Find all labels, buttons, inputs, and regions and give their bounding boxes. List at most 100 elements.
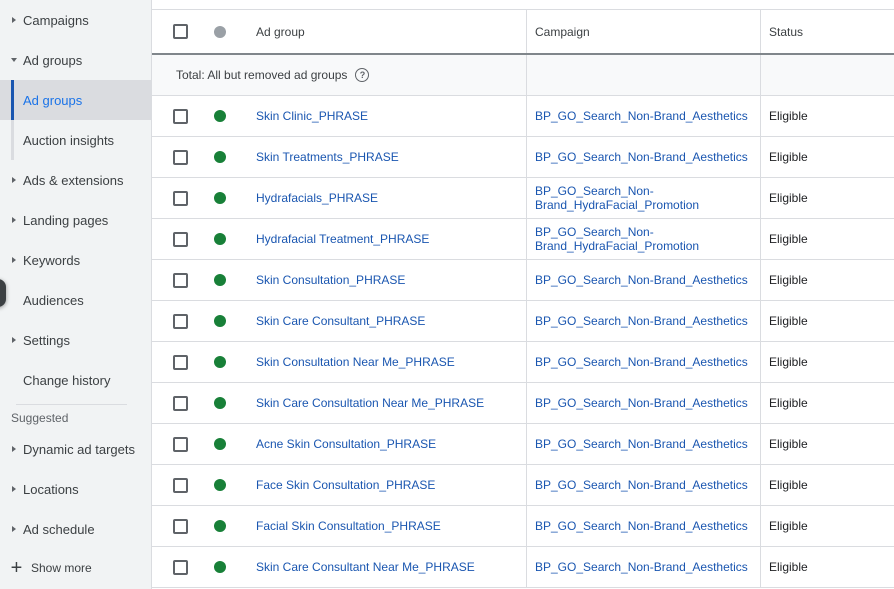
sidebar-item-auction-insights[interactable]: Auction insights [0,120,151,160]
status-value: Eligible [760,465,894,505]
row-checkbox[interactable] [172,231,188,247]
suggested-section-label: Suggested [11,411,69,425]
sidebar-item-dynamic-ad-targets[interactable]: Dynamic ad targets [0,429,151,469]
enabled-status-dot-icon[interactable] [214,479,226,491]
campaign-link[interactable]: BP_GO_Search_Non-Brand_Aesthetics [526,465,760,505]
table-row: Hydrafacials_PHRASE BP_GO_Search_Non- Bran… [152,178,894,219]
caret-right-icon [0,257,23,263]
sidebar-item-label: Auction insights [23,132,115,148]
caret-right-icon [0,526,23,532]
row-checkbox[interactable] [172,313,188,329]
row-checkbox[interactable] [172,477,188,493]
ad-group-link[interactable]: Skin Consultation_PHRASE [234,260,526,300]
status-value: Eligible [760,178,894,218]
status-value: Eligible [760,219,894,259]
status-value: Eligible [760,137,894,177]
status-value: Eligible [760,260,894,300]
caret-right-icon [0,17,23,23]
table-row: Skin Consultation_PHRASE BP_GO_Search_Non… [152,260,894,301]
table-row: Hydrafacial Treatment_PHRASE BP_GO_Search… [152,219,894,260]
enabled-status-dot-icon[interactable] [214,110,226,122]
sidebar-item-label: Audiences [23,292,84,308]
table-row: Face Skin Consultation_PHRASE BP_GO_Searc… [152,465,894,506]
sidebar-item-label: Ad groups [23,52,83,68]
sidebar-item-ads-extensions[interactable]: Ads & extensions [0,160,151,200]
campaign-link[interactable]: BP_GO_Search_Non-Brand_Aesthetics [526,260,760,300]
row-checkbox[interactable] [172,190,188,206]
column-header-campaign[interactable]: Campaign [526,10,760,53]
status-filter-dot-icon[interactable] [214,25,226,38]
campaign-link[interactable]: BP_GO_Search_Non-Brand_Aesthetics [526,383,760,423]
ad-group-link[interactable]: Facial Skin Consultation_PHRASE [234,506,526,546]
sidebar-item-keywords[interactable]: Keywords [0,240,151,280]
sidebar-item-ad-groups-group[interactable]: Ad groups [0,40,151,80]
column-header-ad-group[interactable]: Ad group [234,10,526,53]
sidebar-item-audiences[interactable]: Audiences [0,280,151,320]
campaign-link[interactable]: BP_GO_Search_Non-Brand_Aesthetics [526,137,760,177]
campaign-link[interactable]: BP_GO_Search_Non- Brand_HydraFacial_Promo… [526,219,760,259]
enabled-status-dot-icon[interactable] [214,274,226,286]
ad-group-link[interactable]: Hydrafacials_PHRASE [234,178,526,218]
caret-right-icon [0,217,23,223]
enabled-status-dot-icon[interactable] [214,561,226,573]
sidebar-item-campaigns[interactable]: Campaigns [0,0,151,40]
sidebar-item-ad-groups[interactable]: Ad groups [0,80,151,120]
status-value: Eligible [760,424,894,464]
enabled-status-dot-icon[interactable] [214,315,226,327]
sidebar-item-change-history[interactable]: Change history [0,360,151,400]
sidebar-item-label: Ads & extensions [23,172,124,188]
row-checkbox[interactable] [172,149,188,165]
ad-group-link[interactable]: Face Skin Consultation_PHRASE [234,465,526,505]
sidebar-item-label: Ad groups [23,92,83,108]
ad-group-link[interactable]: Skin Treatments_PHRASE [234,137,526,177]
campaign-link[interactable]: BP_GO_Search_Non-Brand_Aesthetics [526,342,760,382]
sidebar-item-label: Landing pages [23,212,109,228]
show-more-button[interactable]: + Show more [0,556,92,580]
campaign-link[interactable]: BP_GO_Search_Non-Brand_Aesthetics [526,301,760,341]
enabled-status-dot-icon[interactable] [214,151,226,163]
row-checkbox[interactable] [172,272,188,288]
enabled-status-dot-icon[interactable] [214,397,226,409]
campaign-link[interactable]: BP_GO_Search_Non-Brand_Aesthetics [526,547,760,587]
row-checkbox[interactable] [172,436,188,452]
table-row: Acne Skin Consultation_PHRASE BP_GO_Searc… [152,424,894,465]
status-value: Eligible [760,547,894,587]
enabled-status-dot-icon[interactable] [214,192,226,204]
ad-group-link[interactable]: Skin Care Consultant Near Me_PHRASE [234,547,526,587]
ad-group-link[interactable]: Skin Care Consultant_PHRASE [234,301,526,341]
campaign-link[interactable]: BP_GO_Search_Non- Brand_HydraFacial_Promo… [526,178,760,218]
ad-group-link[interactable]: Hydrafacial Treatment_PHRASE [234,219,526,259]
row-checkbox[interactable] [172,518,188,534]
sidebar-item-label: Campaigns [23,12,89,28]
caret-down-icon [0,58,23,62]
table-row: Skin Consultation Near Me_PHRASE BP_GO_Se… [152,342,894,383]
sidebar-item-ad-schedule[interactable]: Ad schedule [0,509,151,549]
sidebar-item-landing-pages[interactable]: Landing pages [0,200,151,240]
ad-group-link[interactable]: Skin Consultation Near Me_PHRASE [234,342,526,382]
campaign-link[interactable]: BP_GO_Search_Non-Brand_Aesthetics [526,424,760,464]
ad-group-link[interactable]: Acne Skin Consultation_PHRASE [234,424,526,464]
campaign-link[interactable]: BP_GO_Search_Non-Brand_Aesthetics [526,506,760,546]
select-all-checkbox[interactable] [172,24,188,39]
enabled-status-dot-icon[interactable] [214,438,226,450]
ad-group-link[interactable]: Skin Clinic_PHRASE [234,96,526,136]
sidebar-item-label: Settings [23,332,70,348]
enabled-status-dot-icon[interactable] [214,520,226,532]
sidebar-item-settings[interactable]: Settings [0,320,151,360]
status-value: Eligible [760,301,894,341]
campaign-link[interactable]: BP_GO_Search_Non-Brand_Aesthetics [526,96,760,136]
sidebar-divider [16,404,127,405]
row-checkbox[interactable] [172,559,188,575]
enabled-status-dot-icon[interactable] [214,233,226,245]
enabled-status-dot-icon[interactable] [214,356,226,368]
total-row: Total: All but removed ad groups ? [152,55,894,96]
row-checkbox[interactable] [172,354,188,370]
ad-group-link[interactable]: Skin Care Consultation Near Me_PHRASE [234,383,526,423]
row-checkbox[interactable] [172,108,188,124]
table-row: Skin Clinic_PHRASE BP_GO_Search_Non-Brand… [152,96,894,137]
help-icon[interactable]: ? [355,68,370,82]
column-header-status[interactable]: Status [760,10,894,53]
caret-right-icon [0,177,23,183]
sidebar-item-locations[interactable]: Locations [0,469,151,509]
row-checkbox[interactable] [172,395,188,411]
